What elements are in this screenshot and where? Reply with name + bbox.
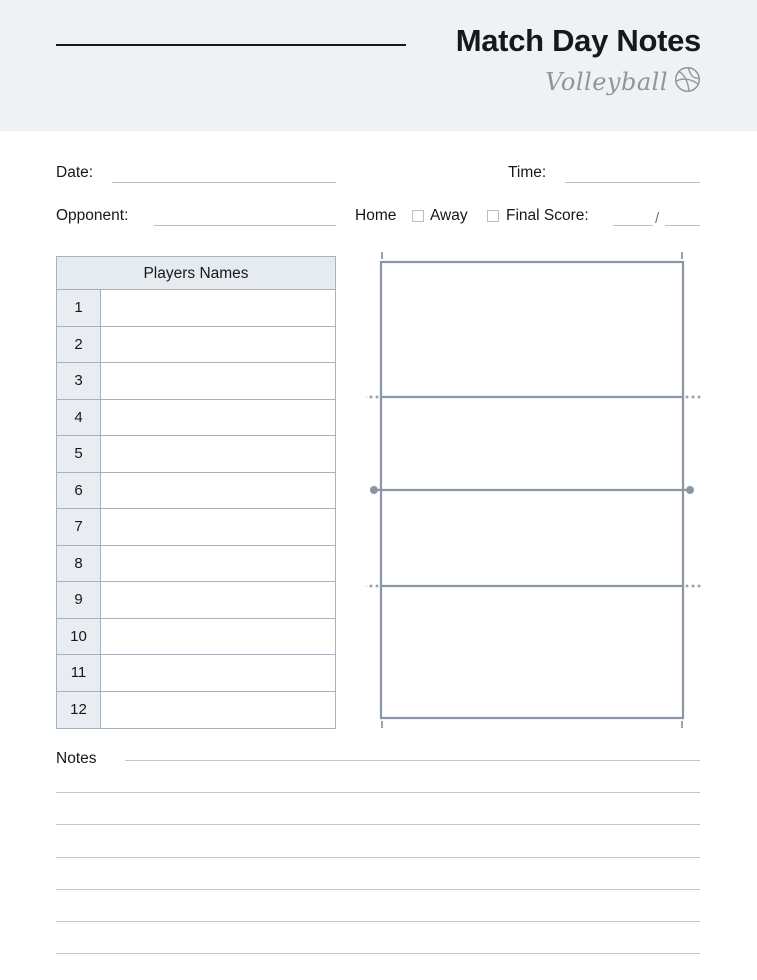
final-score-label: Final Score:: [506, 207, 589, 224]
player-name-input[interactable]: [101, 472, 335, 508]
player-number-cell: 7: [57, 509, 101, 545]
table-row: 12: [57, 691, 335, 728]
player-name-input[interactable]: [101, 691, 335, 728]
player-number-cell: 3: [57, 363, 101, 399]
table-row: 1: [57, 290, 335, 327]
notes-line[interactable]: [56, 888, 700, 890]
player-name-input[interactable]: [101, 399, 335, 435]
table-row: 10: [57, 618, 335, 655]
player-number-cell: 11: [57, 655, 101, 691]
player-number-cell: 6: [57, 472, 101, 508]
player-number-cell: 9: [57, 582, 101, 618]
player-name-input[interactable]: [101, 363, 335, 399]
header-rule: [56, 44, 406, 46]
page-title: Match Day Notes: [455, 23, 702, 58]
net-post-marker-left: [370, 486, 378, 494]
player-name-input[interactable]: [101, 582, 335, 618]
notes-line[interactable]: [56, 856, 700, 858]
page-header: Match Day Notes Volleyball: [0, 0, 757, 131]
player-number-cell: 1: [57, 290, 101, 326]
sport-subtitle: Volleyball: [545, 68, 668, 96]
score-separator: /: [655, 210, 660, 227]
players-table: Players Names 1 2 3 4 5 6 7 8 9 10 11 12: [56, 256, 336, 729]
player-number-cell: 10: [57, 618, 101, 654]
notes-label: Notes: [56, 750, 97, 767]
header-subtitle-group: Volleyball: [545, 66, 701, 98]
player-name-input[interactable]: [101, 290, 335, 326]
player-number-cell: 8: [57, 545, 101, 581]
opponent-input[interactable]: [154, 225, 336, 226]
time-label: Time:: [508, 164, 547, 181]
player-number-cell: 4: [57, 399, 101, 435]
final-score-home-input[interactable]: [613, 225, 653, 226]
notes-line[interactable]: [56, 824, 700, 826]
table-row: 8: [57, 545, 335, 582]
table-row: 11: [57, 655, 335, 692]
notes-line[interactable]: [56, 953, 700, 955]
player-number-cell: 2: [57, 326, 101, 362]
away-label: Away: [430, 207, 468, 224]
player-name-input[interactable]: [101, 436, 335, 472]
table-row: 4: [57, 399, 335, 436]
notes-line[interactable]: [125, 760, 700, 761]
table-row: 6: [57, 472, 335, 509]
opponent-label: Opponent:: [56, 207, 129, 224]
table-row: 9: [57, 582, 335, 619]
home-checkbox[interactable]: [412, 210, 424, 222]
players-table-body: 1 2 3 4 5 6 7 8 9 10 11 12: [57, 290, 335, 728]
player-name-input[interactable]: [101, 509, 335, 545]
time-input[interactable]: [565, 182, 700, 183]
players-table-header: Players Names: [57, 257, 335, 290]
home-label: Home: [355, 207, 397, 224]
table-row: 3: [57, 363, 335, 400]
table-row: 7: [57, 509, 335, 546]
player-name-input[interactable]: [101, 618, 335, 654]
player-number-cell: 12: [57, 691, 101, 728]
away-checkbox[interactable]: [487, 210, 499, 222]
player-number-cell: 5: [57, 436, 101, 472]
notes-line[interactable]: [56, 921, 700, 922]
player-name-input[interactable]: [101, 655, 335, 691]
volleyball-icon: [674, 66, 701, 98]
table-row: 5: [57, 436, 335, 473]
date-input[interactable]: [112, 182, 336, 183]
match-day-notes-page: Match Day Notes Volleyball Date: Time: O…: [0, 0, 757, 980]
volleyball-court-diagram: [363, 250, 706, 740]
net-post-marker-right: [686, 486, 694, 494]
notes-line[interactable]: [56, 792, 700, 794]
attack-line-extension-dots: [363, 395, 701, 588]
player-name-input[interactable]: [101, 326, 335, 362]
player-name-input[interactable]: [101, 545, 335, 581]
final-score-away-input[interactable]: [665, 225, 700, 226]
date-label: Date:: [56, 164, 94, 181]
table-row: 2: [57, 326, 335, 363]
